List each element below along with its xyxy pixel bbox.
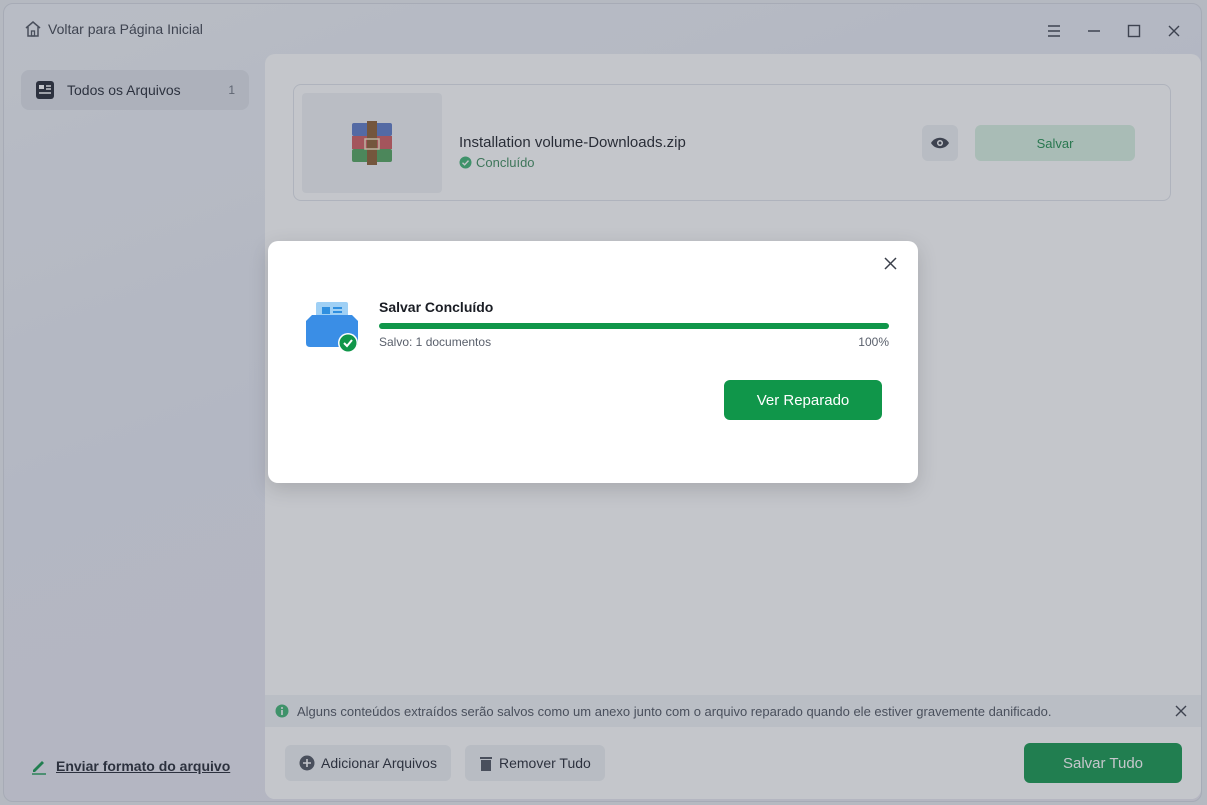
save-progress-bar xyxy=(379,323,889,329)
progress-percent: 100% xyxy=(858,335,889,349)
save-complete-dialog: Salvar Concluído Salvo: 1 documentos 100… xyxy=(268,241,918,483)
folder-check-icon xyxy=(306,302,358,353)
dialog-title: Salvar Concluído xyxy=(379,299,494,315)
progress-fill xyxy=(379,323,889,329)
dialog-close-icon[interactable] xyxy=(880,253,900,273)
view-repaired-button[interactable]: Ver Reparado xyxy=(724,380,882,420)
saved-count-text: Salvo: 1 documentos xyxy=(379,335,492,349)
